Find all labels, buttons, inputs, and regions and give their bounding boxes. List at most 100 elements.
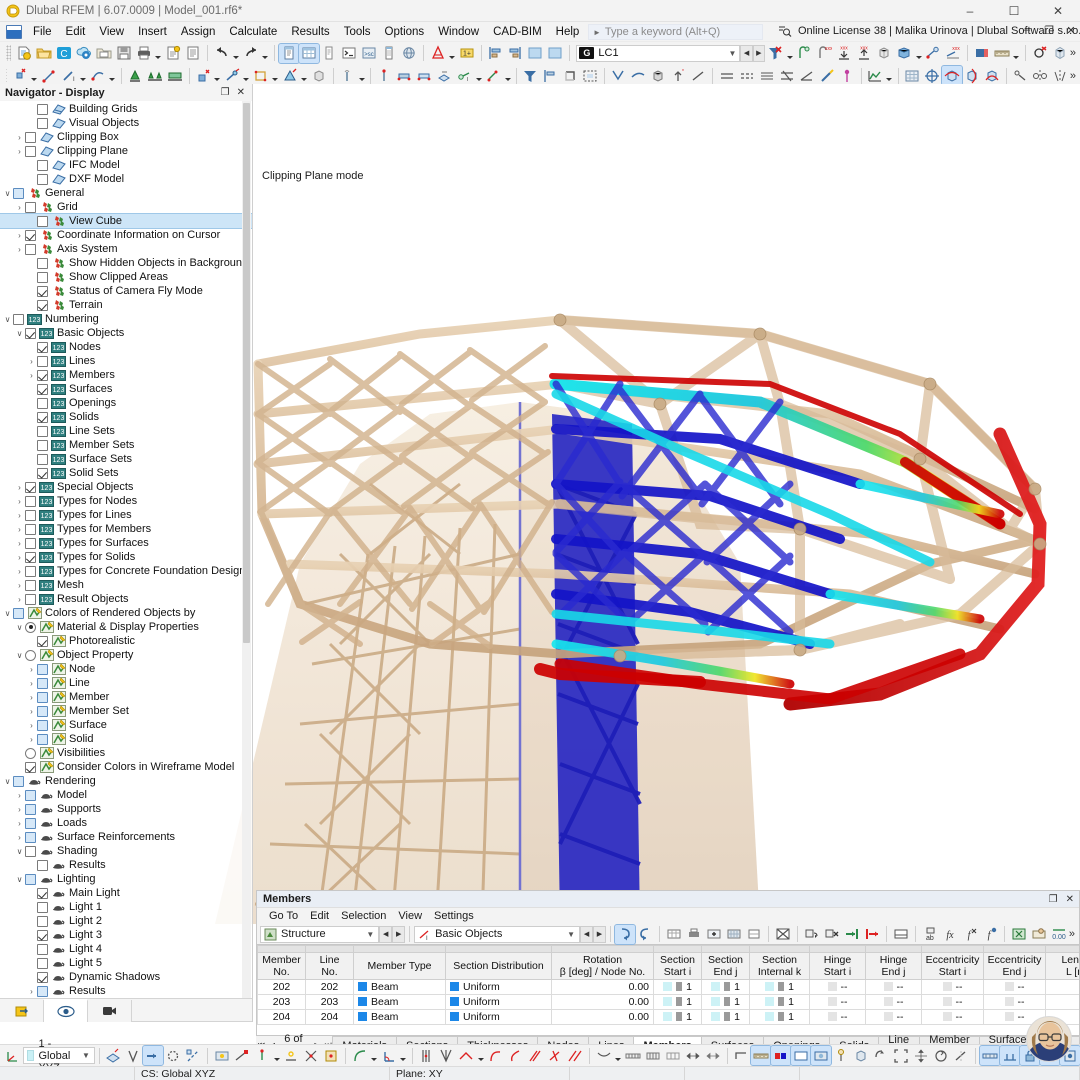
navigator-tree-item[interactable]: ›Model	[0, 788, 252, 802]
chevron-right-icon[interactable]: ›	[14, 791, 25, 800]
navigator-tree-item[interactable]: ›Loads	[0, 816, 252, 830]
chevron-right-icon[interactable]: ›	[26, 987, 37, 996]
navigator-tree-item[interactable]: ›Node	[0, 662, 252, 676]
navigator-checkbox[interactable]	[25, 510, 36, 521]
nodal-release-icon[interactable]	[483, 66, 503, 85]
deselect-all-icon[interactable]	[1030, 44, 1050, 63]
scale-bar-icon[interactable]	[623, 1046, 643, 1065]
navigator-checkbox[interactable]	[37, 636, 48, 647]
members-menu-edit[interactable]: Edit	[304, 909, 335, 923]
chevron-right-icon[interactable]: ›	[14, 805, 25, 814]
sort-rows-icon[interactable]: ab	[920, 925, 940, 944]
rotate-view-y-icon[interactable]	[962, 66, 982, 85]
chevron-down-icon[interactable]: ▼	[567, 930, 575, 939]
arc-snap-icon[interactable]	[350, 1046, 370, 1065]
structure-prev-button[interactable]: ◀	[379, 926, 392, 943]
navigator-tree-item[interactable]: ›Surface	[0, 718, 252, 732]
navigator-tree-item[interactable]: Results	[0, 858, 252, 872]
object-group-select[interactable]: I Basic Objects ▼	[414, 926, 580, 943]
column-header[interactable]: SectionInternal k	[750, 953, 810, 980]
dimension-dropdown-caret[interactable]	[614, 1046, 623, 1065]
object-group-next-button[interactable]: ▶	[593, 926, 606, 943]
navigator-tree-item[interactable]: Terrain	[0, 298, 252, 312]
navigator-tree-item[interactable]: Status of Camera Fly Mode	[0, 284, 252, 298]
diagonal-line-icon[interactable]	[688, 66, 708, 85]
light-toggle-icon[interactable]	[831, 1046, 851, 1065]
polyline-dropdown-caret[interactable]	[476, 1046, 485, 1065]
mirror-plane-icon[interactable]	[1050, 66, 1070, 85]
arc-snap-dropdown-caret[interactable]	[370, 1046, 379, 1065]
menu-item-file[interactable]: File	[26, 24, 59, 40]
print-icon[interactable]	[134, 44, 154, 63]
cell-sec-end[interactable]: 1	[702, 1010, 750, 1025]
trim-icon[interactable]	[628, 66, 648, 85]
menu-item-cad-bim[interactable]: CAD-BIM	[486, 24, 549, 40]
column-header[interactable]: EccentricityStart i	[922, 953, 984, 980]
new-member-dropdown-caret[interactable]	[79, 66, 88, 85]
navigator-checkbox[interactable]	[37, 412, 48, 423]
navigator-checkbox[interactable]	[25, 524, 36, 535]
clipping-plane-icon[interactable]	[894, 44, 914, 63]
frame-select-icon[interactable]	[580, 66, 600, 85]
navigator-tree-item[interactable]: ›Axis System	[0, 242, 252, 256]
navigator-checkbox[interactable]	[25, 804, 36, 815]
chevron-down-icon[interactable]: ∨	[14, 329, 25, 338]
navigator-tree-item[interactable]: ›123Types for Lines	[0, 508, 252, 522]
new-surface-dropdown-caret[interactable]	[108, 66, 117, 85]
model-check-icon[interactable]	[428, 44, 448, 63]
document-minimize-button[interactable]: –	[1020, 24, 1034, 37]
grid-lines-icon[interactable]	[643, 1046, 663, 1065]
measure-dropdown-caret[interactable]	[1012, 44, 1021, 63]
menu-item-options[interactable]: Options	[378, 24, 432, 40]
chevron-down-icon[interactable]: ▼	[82, 1051, 90, 1060]
rotate-free-icon[interactable]	[931, 1046, 951, 1065]
filter-objects-icon[interactable]	[520, 66, 540, 85]
navigator-tree[interactable]: Building GridsVisual Objects›Clipping Bo…	[0, 101, 252, 998]
navigator-tree-item[interactable]: Visual Objects	[0, 116, 252, 130]
model-check-dropdown-caret[interactable]	[448, 44, 457, 63]
new-node-dropdown-caret[interactable]	[30, 66, 39, 85]
document-close-button[interactable]: ✕	[1064, 24, 1078, 37]
navigator-checkbox[interactable]	[37, 944, 48, 955]
navigator-tree-item[interactable]: ›123Types for Concrete Foundation Design	[0, 564, 252, 578]
snap-grid-point-icon[interactable]	[321, 1046, 341, 1065]
navigator-close-button[interactable]: ✕	[237, 87, 245, 98]
navigator-checkbox[interactable]	[37, 958, 48, 969]
angle-snap-icon[interactable]	[379, 1046, 399, 1065]
navigator-radio[interactable]	[25, 650, 36, 661]
append-row-red-icon[interactable]	[862, 925, 882, 944]
navigator-checkbox[interactable]	[25, 790, 36, 801]
perpendicular-icon[interactable]	[545, 1046, 565, 1065]
chevron-down-icon[interactable]: ∨	[14, 651, 25, 660]
navigator-checkbox[interactable]	[37, 468, 48, 479]
cell-hinge-start[interactable]: --	[810, 980, 866, 995]
results-dropdown-caret[interactable]	[885, 66, 894, 85]
navigator-checkbox[interactable]	[37, 440, 48, 451]
navigator-tree-item[interactable]: ∨123Basic Objects	[0, 326, 252, 340]
measure-distance-icon[interactable]	[683, 1046, 703, 1065]
decimal-places-icon[interactable]: 0.00	[1049, 925, 1069, 944]
chevron-right-icon[interactable]: ›	[14, 567, 25, 576]
chevron-down-icon[interactable]: ∨	[2, 609, 13, 618]
navigator-checkbox[interactable]	[37, 370, 48, 381]
snap-midpoint-dropdown-caret[interactable]	[272, 1046, 281, 1065]
numbering-icon[interactable]: 1+	[457, 44, 477, 63]
navigator-tree-item[interactable]: Light 4	[0, 942, 252, 956]
data-panel-icon[interactable]	[379, 44, 399, 63]
navigator-panel-toggle-icon[interactable]	[279, 44, 299, 63]
cell-ecc-end[interactable]: --	[984, 980, 1046, 995]
align-left-icon[interactable]	[485, 44, 505, 63]
angle-icon[interactable]	[797, 66, 817, 85]
navigator-checkbox[interactable]	[37, 300, 48, 311]
cell-sec-internal[interactable]: 1	[750, 1010, 810, 1025]
navigator-tree-item[interactable]: ›Clipping Box	[0, 130, 252, 144]
keyword-search-input[interactable]: ► Type a keyword (Alt+Q)	[588, 24, 763, 40]
chevron-right-icon[interactable]: ›	[14, 497, 25, 506]
navigator-tab-model[interactable]	[0, 1000, 44, 1022]
toolbar-grip[interactable]	[6, 68, 7, 84]
select-all-rows-icon[interactable]	[724, 925, 744, 944]
navigator-float-button[interactable]: ❐	[221, 87, 230, 98]
cell-rotation[interactable]: 0.00	[552, 1010, 654, 1025]
navigator-checkbox[interactable]	[25, 566, 36, 577]
load-case-next-button[interactable]: ▶	[753, 45, 765, 62]
